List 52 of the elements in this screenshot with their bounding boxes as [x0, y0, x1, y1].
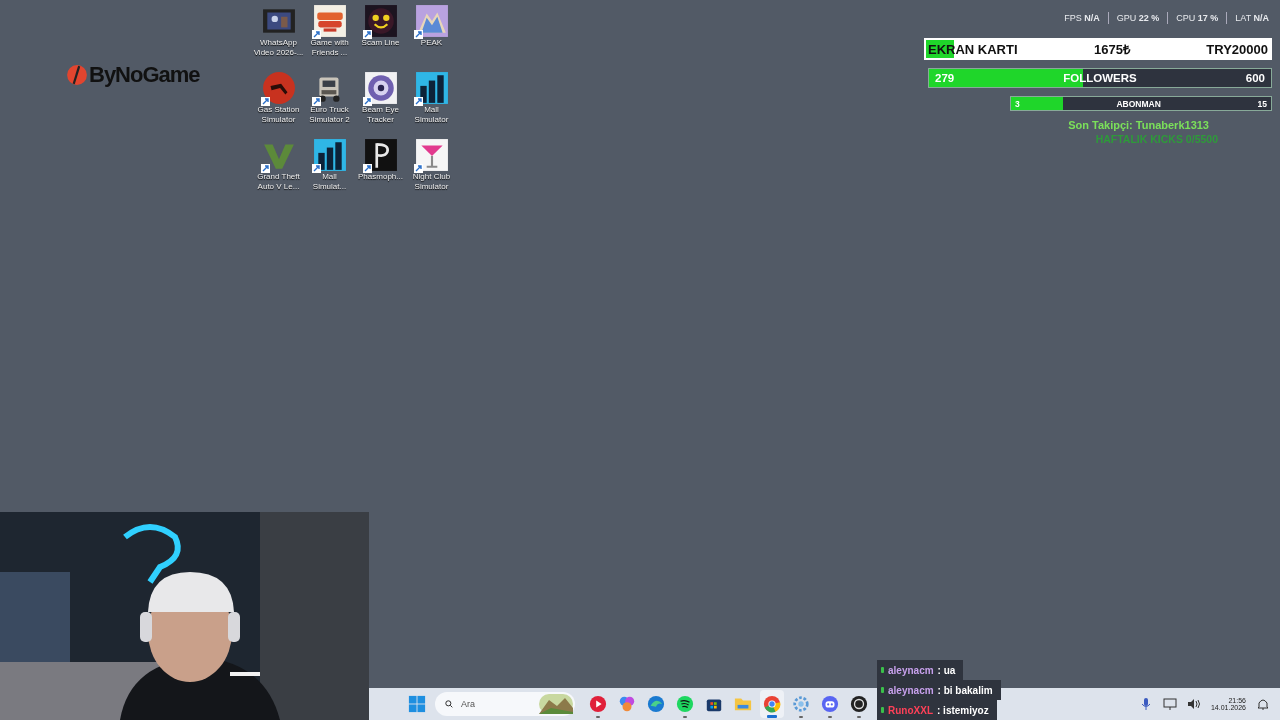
chat-username: aleynacm	[888, 684, 934, 696]
eye-icon	[363, 71, 398, 105]
desktop-shortcut[interactable]: Phasmoph...	[355, 138, 406, 205]
search-bar[interactable]: Ara	[435, 692, 575, 716]
stat-readout: LAT N/A	[1235, 13, 1269, 23]
buildings-icon	[414, 71, 449, 105]
desktop-shortcut[interactable]: Euro Truck Simulator 2	[304, 71, 355, 138]
search-input[interactable]: Ara	[459, 698, 533, 710]
mountain-icon	[414, 4, 449, 38]
desktop-shortcut[interactable]: Scam Line	[355, 4, 406, 71]
goal-bar: 3 ABONMAN 15	[1010, 96, 1272, 111]
game-cover-icon	[312, 4, 347, 38]
monitor-icon[interactable]	[1162, 697, 1177, 711]
desktop-shortcut[interactable]: Beam Eye Tracker	[355, 71, 406, 138]
controller-icon	[821, 695, 839, 713]
stat-readout: GPU 22 %	[1116, 13, 1160, 23]
flower-icon	[618, 695, 636, 713]
start-button[interactable]	[408, 695, 426, 713]
desktop-shortcut[interactable]: WhatsApp Video 2026-...	[253, 4, 304, 71]
desktop-shortcut[interactable]: Mall Simulat...	[304, 138, 355, 205]
smiley-icon	[363, 4, 398, 38]
wave-icon	[647, 695, 665, 713]
desktop-shortcut[interactable]: Night Club Simulator	[406, 138, 457, 205]
stat-readout: CPU 17 %	[1176, 13, 1219, 23]
chat-username: RunoXXL	[888, 704, 933, 716]
desktop-shortcut[interactable]: Grand Theft Auto V Le...	[253, 138, 304, 205]
chat-text: : bi bakalim	[937, 684, 993, 696]
badge-icon	[881, 707, 884, 713]
ring-icon	[763, 695, 781, 713]
badge-icon	[881, 687, 884, 693]
play-icon	[589, 695, 607, 713]
chat-text: : istemiyoz	[937, 704, 989, 716]
record-icon	[850, 695, 868, 713]
desktop-shortcut[interactable]: PEAK	[406, 4, 457, 71]
chat-text: : ua	[937, 664, 956, 676]
badge-icon	[881, 667, 884, 673]
logo-icon	[66, 64, 88, 86]
last-follower-text: Son Takipçi: Tunaberk1313	[1068, 119, 1209, 131]
desktop-shortcut[interactable]: Mall Simulator	[406, 71, 457, 138]
weekly-goal-text: HAFTALIK KICKS 0/5500	[1095, 133, 1218, 145]
stat-readout: FPS N/A	[1064, 13, 1100, 23]
volume-icon[interactable]	[1186, 697, 1201, 711]
desktop-shortcut[interactable]: Game with Friends ...	[304, 4, 355, 71]
notification-bell-icon[interactable]	[1256, 697, 1270, 711]
sound-waves-icon	[676, 695, 694, 713]
logo-text: ByNoGame	[89, 62, 200, 88]
search-icon	[445, 698, 453, 710]
desktop-shortcut[interactable]: Gas Station Simulator	[253, 71, 304, 138]
chat-username: aleynacm	[888, 664, 934, 676]
buildings-icon	[312, 138, 347, 172]
gear-icon	[792, 695, 810, 713]
cocktail-icon	[414, 138, 449, 172]
